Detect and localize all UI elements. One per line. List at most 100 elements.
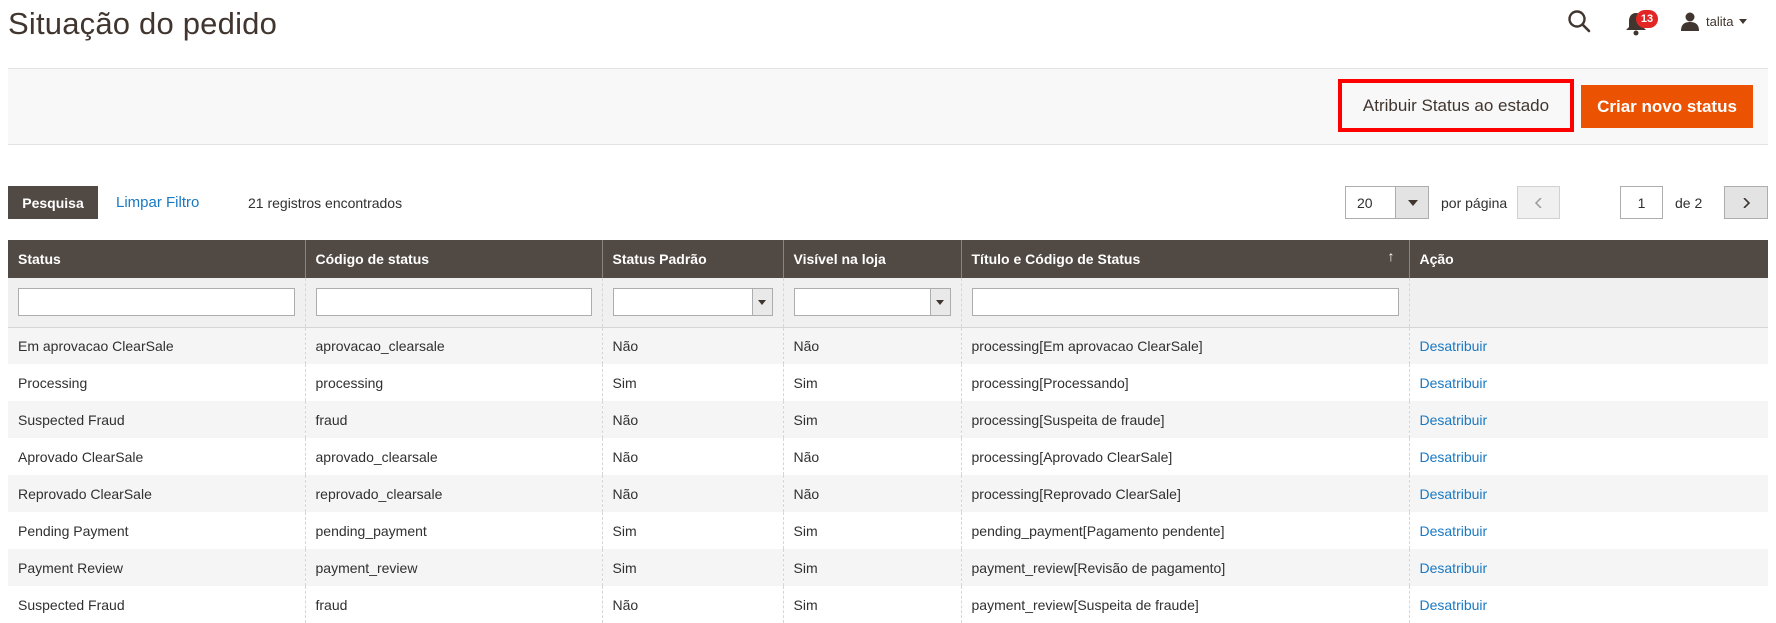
title-cell: payment_review[Suspeita de fraude] [960,586,1409,623]
visible-cell: Não [782,475,961,512]
status-cell: Suspected Fraud [8,401,305,438]
status-code-cell: processing [304,364,602,401]
filter-row [8,278,1768,328]
search-button[interactable] [1565,7,1595,37]
visible-cell: Não [782,438,961,475]
default-status-cell: Não [601,586,783,623]
table-row: Payment Review payment_review Sim Sim pa… [8,549,1768,586]
table-row: Reprovado ClearSale reprovado_clearsale … [8,475,1768,512]
default-status-cell: Sim [601,512,783,549]
unassign-link[interactable]: Desatribuir [1420,338,1488,354]
notifications-button[interactable]: 13 [1624,7,1664,37]
visible-cell: Sim [782,512,961,549]
table-row: Suspected Fraud fraud Não Sim payment_re… [8,586,1768,623]
column-header-status[interactable]: Status [8,240,305,278]
status-code-cell: aprovacao_clearsale [304,327,602,364]
grid-toolbar: Pesquisa Limpar Filtro 21 registros enco… [8,186,1768,220]
user-icon [1681,12,1699,31]
per-page-label: por página [1441,195,1508,211]
default-status-cell: Não [601,475,783,512]
default-status-cell: Não [601,401,783,438]
title-filter-input[interactable] [971,288,1399,317]
grid-header-row: Status Código de status Status Padrão Vi… [8,240,1768,278]
column-header-visible-on-storefront[interactable]: Visível na loja [782,240,961,278]
chevron-left-icon [1534,198,1542,208]
status-cell: Pending Payment [8,512,305,549]
current-page-input[interactable] [1620,186,1663,219]
column-header-action: Ação [1408,240,1768,278]
status-cell: Reprovado ClearSale [8,475,305,512]
search-icon [1568,10,1591,33]
visible-cell: Sim [782,364,961,401]
chevron-down-icon [751,289,772,316]
per-page-select[interactable]: 20 [1345,186,1429,219]
unassign-link[interactable]: Desatribuir [1420,560,1488,576]
status-code-cell: pending_payment [304,512,602,549]
records-count: 21 registros encontrados [248,195,403,211]
assign-status-label: Atribuir Status ao estado [1362,95,1550,115]
page-title: Situação do pedido [8,6,278,41]
title-cell: processing[Processando] [960,364,1409,401]
table-row: Aprovado ClearSale aprovado_clearsale Nã… [8,438,1768,475]
default-status-cell: Sim [601,549,783,586]
table-row: Pending Payment pending_payment Sim Sim … [8,512,1768,549]
status-filter-input[interactable] [18,288,295,317]
action-filter-cell [1408,278,1768,328]
status-code-cell: fraud [304,586,602,623]
column-header-default-status[interactable]: Status Padrão [601,240,783,278]
user-name: talita [1706,13,1734,29]
sort-ascending-icon: ↑ [1387,248,1395,264]
unassign-link[interactable]: Desatribuir [1420,412,1488,428]
visible-filter-select[interactable] [793,288,951,317]
user-menu[interactable]: talita [1680,7,1748,35]
status-code-filter-input[interactable] [315,288,592,317]
column-header-title-and-code[interactable]: Título e Código de Status ↑ [960,240,1409,278]
title-cell: processing[Suspeita de fraude] [960,401,1409,438]
create-status-button[interactable]: Criar novo status [1581,85,1753,128]
unassign-link[interactable]: Desatribuir [1420,597,1488,613]
default-status-cell: Sim [601,364,783,401]
status-code-cell: fraud [304,401,602,438]
table-row: Processing processing Sim Sim processing… [8,364,1768,401]
title-cell: payment_review[Revisão de pagamento] [960,549,1409,586]
unassign-link[interactable]: Desatribuir [1420,486,1488,502]
table-row: Suspected Fraud fraud Não Sim processing… [8,401,1768,438]
title-cell: processing[Aprovado ClearSale] [960,438,1409,475]
table-row: Em aprovacao ClearSale aprovacao_clearsa… [8,327,1768,364]
previous-page-button[interactable] [1517,186,1560,219]
order-status-grid: Status Código de status Status Padrão Vi… [8,240,1768,623]
column-header-title-and-code-label: Título e Código de Status [971,251,1141,267]
status-code-cell: aprovado_clearsale [304,438,602,475]
page-of-label: de 2 [1675,195,1703,211]
page-actions-bar: Atribuir Status ao estado Criar novo sta… [8,68,1768,145]
visible-cell: Não [782,327,961,364]
title-cell: processing[Reprovado ClearSale] [960,475,1409,512]
clear-filter-link[interactable]: Limpar Filtro [116,194,199,211]
visible-cell: Sim [782,549,961,586]
chevron-down-icon [929,289,950,316]
column-header-status-code[interactable]: Código de status [304,240,602,278]
chevron-down-icon [1739,18,1748,24]
visible-cell: Sim [782,586,961,623]
search-filter-button[interactable]: Pesquisa [8,186,98,219]
title-cell: pending_payment[Pagamento pendente] [960,512,1409,549]
next-page-button[interactable] [1724,186,1768,219]
visible-cell: Sim [782,401,961,438]
status-cell: Aprovado ClearSale [8,438,305,475]
unassign-link[interactable]: Desatribuir [1420,449,1488,465]
assign-status-button[interactable]: Atribuir Status ao estado [1338,79,1574,132]
title-cell: processing[Em aprovacao ClearSale] [960,327,1409,364]
chevron-down-icon [1395,187,1428,218]
status-cell: Processing [8,364,305,401]
chevron-right-icon [1743,198,1751,208]
status-cell: Suspected Fraud [8,586,305,623]
default-status-cell: Não [601,327,783,364]
status-cell: Payment Review [8,549,305,586]
unassign-link[interactable]: Desatribuir [1420,523,1488,539]
per-page-value: 20 [1357,195,1373,211]
default-status-filter-select[interactable] [612,288,773,317]
page-header: Situação do pedido 13 talita [0,0,1776,68]
status-code-cell: payment_review [304,549,602,586]
default-status-cell: Não [601,438,783,475]
unassign-link[interactable]: Desatribuir [1420,375,1488,391]
